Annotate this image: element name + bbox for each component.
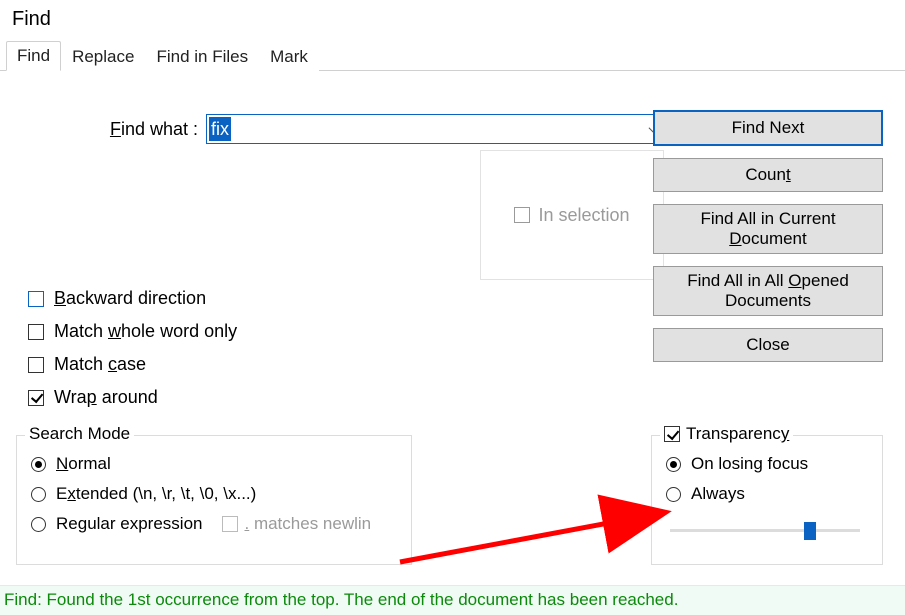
find-what-combo[interactable]: fix: [206, 114, 668, 144]
radio-dot: [31, 487, 46, 502]
radio-label: Always: [691, 484, 745, 504]
find-dialog: Find Find Replace Find in Files Mark Fin…: [0, 0, 905, 615]
find-what-row: Find what : fix: [28, 114, 668, 144]
search-mode-regex-radio[interactable]: Regular expression . matches newlin: [31, 514, 397, 534]
find-next-button[interactable]: Find Next: [653, 110, 883, 146]
close-button[interactable]: Close: [653, 328, 883, 362]
match-case-checkbox[interactable]: Match case: [28, 354, 237, 375]
tab-bar: Find Replace Find in Files Mark: [0, 41, 905, 71]
search-mode-legend: Search Mode: [25, 424, 134, 444]
search-mode-normal-radio[interactable]: Normal: [31, 454, 397, 474]
radio-dot: [31, 517, 46, 532]
checkbox-label: Match case: [54, 354, 146, 375]
search-mode-radios: Normal Extended (\n, \r, \t, \0, \x...) …: [31, 454, 397, 534]
transparency-legend[interactable]: Transparency: [660, 424, 793, 444]
tab-find-in-files[interactable]: Find in Files: [145, 42, 259, 71]
checkbox-box: [28, 291, 44, 307]
wrap-around-checkbox[interactable]: Wrap around: [28, 387, 237, 408]
transparency-radios: On losing focus Always: [666, 454, 868, 542]
find-what-label: Find what :: [28, 119, 206, 140]
transparency-slider[interactable]: [670, 520, 860, 542]
transparency-group: Transparency On losing focus Always: [651, 435, 883, 565]
slider-track: [670, 529, 860, 532]
radio-dot: [31, 457, 46, 472]
in-selection-checkbox: In selection: [514, 205, 629, 226]
in-selection-label: In selection: [538, 205, 629, 226]
search-mode-extended-radio[interactable]: Extended (\n, \r, \t, \0, \x...): [31, 484, 397, 504]
status-bar: Find: Found the 1st occurrence from the …: [0, 585, 905, 615]
checkbox-box: [28, 324, 44, 340]
options-group: Backward direction Match whole word only…: [28, 288, 237, 408]
slider-thumb[interactable]: [804, 522, 816, 540]
radio-label: On losing focus: [691, 454, 808, 474]
find-what-value[interactable]: fix: [209, 117, 231, 141]
radio-label: Regular expression: [56, 514, 202, 534]
find-all-current-button[interactable]: Find All in CurrentDocument: [653, 204, 883, 254]
radio-label: Normal: [56, 454, 111, 474]
checkbox-label: Wrap around: [54, 387, 158, 408]
search-mode-group: Search Mode Normal Extended (\n, \r, \t,…: [16, 435, 412, 565]
in-selection-panel: In selection: [480, 150, 664, 280]
count-button[interactable]: Count: [653, 158, 883, 192]
radio-dot: [666, 457, 681, 472]
find-all-opened-button[interactable]: Find All in All OpenedDocuments: [653, 266, 883, 316]
tab-replace[interactable]: Replace: [61, 42, 145, 71]
checkbox-box: [514, 207, 530, 223]
radio-dot: [666, 487, 681, 502]
match-whole-word-checkbox[interactable]: Match whole word only: [28, 321, 237, 342]
button-column: Find Next Count Find All in CurrentDocum…: [653, 110, 883, 362]
checkbox-box: [664, 426, 680, 442]
checkbox-label: . matches newlin: [244, 514, 371, 534]
checkbox-label: Transparency: [686, 424, 789, 444]
checkbox-box: [222, 516, 238, 532]
window-title: Find: [0, 0, 905, 41]
backward-direction-checkbox[interactable]: Backward direction: [28, 288, 237, 309]
checkbox-label: Match whole word only: [54, 321, 237, 342]
checkbox-box: [28, 357, 44, 373]
matches-newline-checkbox: . matches newlin: [222, 514, 371, 534]
transparency-always-radio[interactable]: Always: [666, 484, 868, 504]
tab-mark[interactable]: Mark: [259, 42, 319, 71]
transparency-on-losing-focus-radio[interactable]: On losing focus: [666, 454, 868, 474]
tab-find[interactable]: Find: [6, 41, 61, 71]
checkbox-label: Backward direction: [54, 288, 206, 309]
radio-label: Extended (\n, \r, \t, \0, \x...): [56, 484, 256, 504]
checkbox-box: [28, 390, 44, 406]
